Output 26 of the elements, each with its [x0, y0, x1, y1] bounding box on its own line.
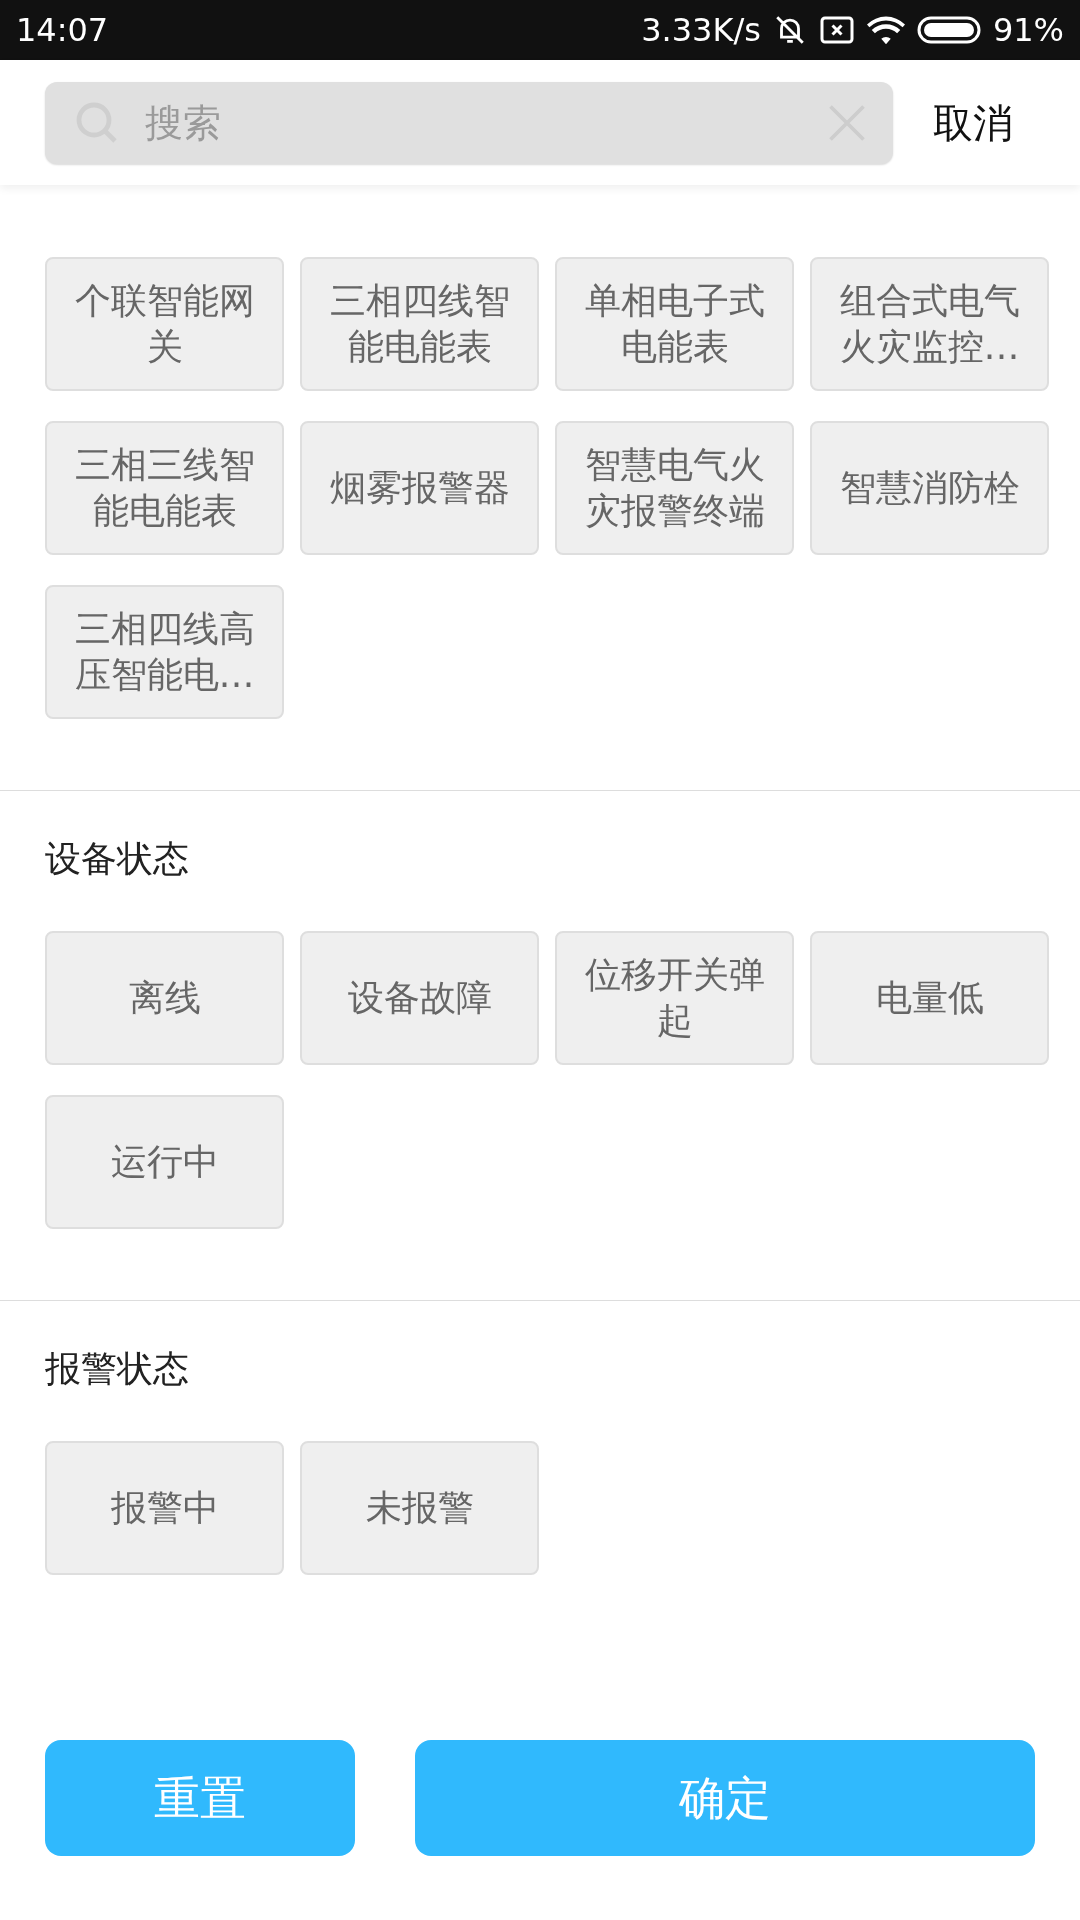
filter-chip[interactable]: 未报警 [300, 1441, 539, 1575]
search-field[interactable]: 搜索 [45, 81, 893, 164]
section-title: 报警状态 [45, 1347, 190, 1391]
filter-chip[interactable]: 电量低 [810, 931, 1049, 1065]
filter-chip[interactable]: 个联智能网关 [45, 257, 284, 391]
filter-chip[interactable]: 报警中 [45, 1441, 284, 1575]
filter-chip[interactable]: 烟雾报警器 [300, 421, 539, 555]
filter-chip[interactable]: 三相四线智能电能表 [300, 257, 539, 391]
wifi-icon [866, 15, 905, 45]
filter-chip[interactable]: 智慧电气火灾报警终端 [555, 421, 794, 555]
filter-chip[interactable]: 位移开关弹起 [555, 931, 794, 1065]
filter-chip[interactable]: 组合式电气火灾监控… [810, 257, 1049, 391]
filter-chip[interactable]: 单相电子式电能表 [555, 257, 794, 391]
sim-icon [818, 15, 855, 45]
filter-chip[interactable]: 设备故障 [300, 931, 539, 1065]
filter-chip[interactable]: 三相四线高压智能电… [45, 585, 284, 719]
section-title: 设备状态 [45, 837, 190, 881]
network-speed: 3.33K/s [641, 10, 761, 51]
battery-percent: 91% [992, 10, 1064, 51]
filter-chip[interactable]: 三相三线智能电能表 [45, 421, 284, 555]
filter-chip[interactable]: 智慧消防栓 [810, 421, 1049, 555]
battery-icon [916, 15, 981, 45]
filter-chip[interactable]: 离线 [45, 931, 284, 1065]
status-time: 14:07 [16, 10, 109, 51]
cancel-button[interactable]: 取消 [933, 92, 1013, 153]
filter-chip[interactable]: 运行中 [45, 1095, 284, 1229]
